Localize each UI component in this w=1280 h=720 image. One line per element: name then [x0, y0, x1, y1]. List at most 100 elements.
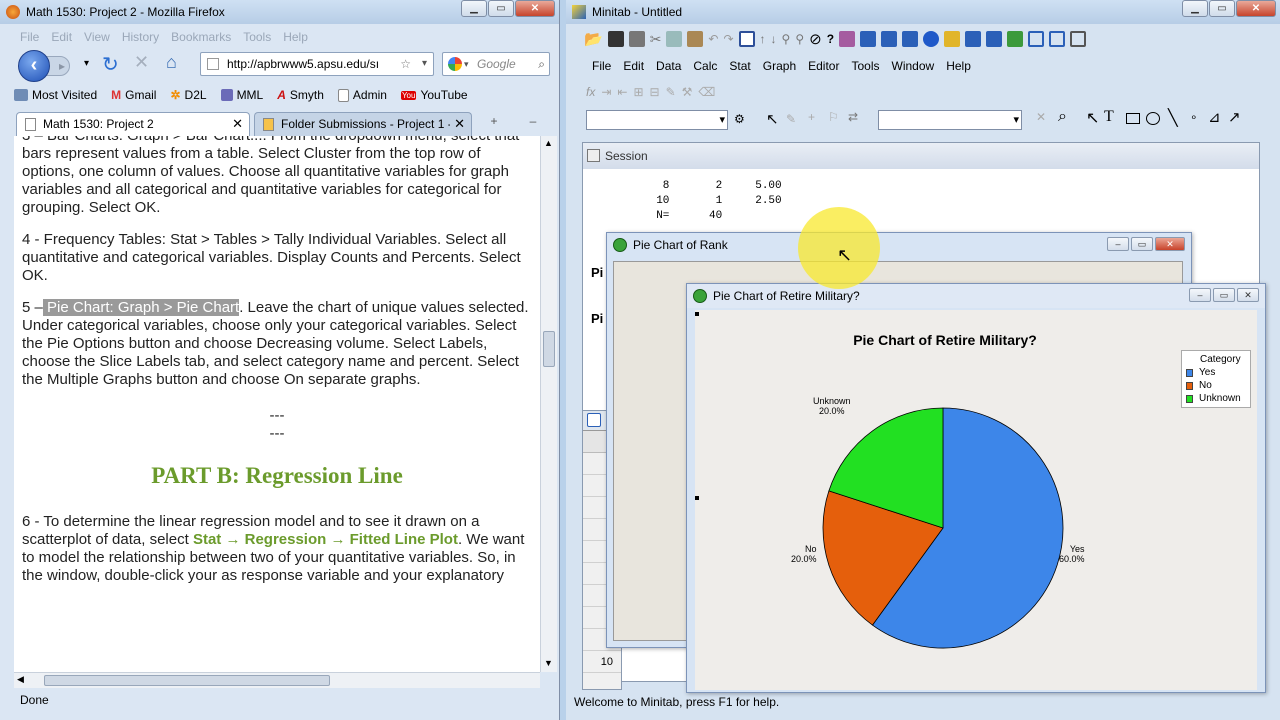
row-number[interactable]: 10	[583, 651, 621, 673]
reload-icon[interactable]: ↻	[102, 52, 119, 77]
scroll-down-arrow[interactable]: ▼	[544, 658, 553, 668]
stop-icon[interactable]: ✕	[134, 52, 149, 73]
bookmark-gmail[interactable]: M Gmail	[111, 86, 156, 104]
close-button[interactable]: ✕	[1237, 288, 1259, 302]
worksheet-icon[interactable]	[881, 31, 898, 47]
print-icon[interactable]	[628, 31, 645, 47]
find-next-icon[interactable]: ⚲	[795, 32, 804, 46]
menu-graph[interactable]: Graph	[757, 59, 802, 73]
up-arrow-icon[interactable]: ↑	[760, 32, 766, 46]
menu-stat[interactable]: Stat	[723, 59, 756, 73]
menu-history[interactable]: History	[116, 30, 165, 44]
open-icon[interactable]: 📂	[584, 30, 603, 48]
selection-handle[interactable]	[695, 312, 699, 316]
maximize-button[interactable]: ▭	[1213, 288, 1235, 302]
tab-folder-submissions[interactable]: Folder Submissions - Project 1 - ... ✕	[254, 112, 472, 136]
url-dropdown-icon[interactable]: ▾	[422, 53, 427, 75]
function-icon[interactable]: fx	[586, 85, 595, 99]
down-arrow-icon[interactable]: ↓	[771, 32, 777, 46]
menu-file[interactable]: File	[586, 59, 617, 73]
chart-legend[interactable]: Category Yes No Unknown	[1181, 350, 1251, 408]
minimize-button[interactable]: –	[1189, 288, 1211, 302]
find-icon[interactable]: ⚲	[782, 32, 791, 46]
insert-cells-icon[interactable]: ⇥	[601, 85, 611, 99]
data-window-icon[interactable]	[1049, 31, 1066, 47]
columns-icon[interactable]	[1070, 31, 1087, 47]
polygon-tool-icon[interactable]: ↗	[1228, 108, 1241, 126]
menu-tools[interactable]: Tools	[237, 30, 277, 44]
search-box[interactable]: ▾ Google ⌕	[442, 52, 550, 76]
graph-item-dropdown[interactable]	[586, 110, 728, 130]
crosshair-icon[interactable]: +	[808, 110, 815, 124]
maximize-button[interactable]: ▭	[1209, 0, 1235, 17]
bookmark-d2l[interactable]: ✲ D2L	[170, 86, 206, 104]
selected-text[interactable]: Pie Chart: Graph > Pie Chart	[42, 299, 240, 316]
edit-item-icon[interactable]: ⚙	[734, 112, 745, 126]
tab-list-icon[interactable]: –	[518, 114, 548, 134]
scroll-left-arrow[interactable]: ◀	[17, 674, 24, 685]
menu-window[interactable]: Window	[886, 59, 941, 73]
close-button[interactable]: ✕	[1155, 237, 1185, 251]
menu-help[interactable]: Help	[940, 59, 977, 73]
insert-rows-icon[interactable]: ⇤	[617, 85, 627, 99]
copy-icon[interactable]	[666, 31, 683, 47]
scroll-thumb[interactable]	[44, 675, 330, 686]
undo-icon[interactable]: ↶	[708, 32, 718, 46]
back-button[interactable]: ‹	[18, 50, 50, 82]
paste-icon[interactable]	[687, 31, 704, 47]
minimize-button[interactable]: –	[1107, 237, 1129, 251]
ellipse-tool-icon[interactable]	[1146, 112, 1160, 125]
eraser-icon[interactable]: ⌫	[698, 85, 715, 99]
annotation-dropdown[interactable]	[878, 110, 1022, 130]
home-icon[interactable]: ⌂	[166, 52, 177, 73]
graph-window-retire-military[interactable]: Pie Chart of Retire Military? – ▭ ✕ Pie …	[686, 283, 1266, 693]
menu-view[interactable]: View	[78, 30, 116, 44]
menu-help[interactable]: Help	[277, 30, 314, 44]
session-window-icon[interactable]	[1028, 31, 1045, 47]
bookmark-smyth[interactable]: A Smyth	[277, 86, 324, 104]
bookmark-youtube[interactable]: You YouTube	[400, 86, 468, 104]
assistant-icon[interactable]	[839, 31, 856, 47]
marker-tool-icon[interactable]: ∘	[1190, 110, 1198, 124]
close-button[interactable]: ✕	[515, 0, 555, 17]
select-pointer-icon[interactable]: ↖	[766, 110, 779, 128]
save-icon[interactable]	[607, 31, 624, 47]
search-engine-dropdown-icon[interactable]: ▾	[464, 53, 469, 75]
close-button[interactable]: ✕	[1236, 0, 1276, 17]
menu-edit[interactable]: Edit	[617, 59, 650, 73]
text-tool-icon[interactable]: T	[1104, 108, 1114, 126]
menu-edit[interactable]: Edit	[45, 30, 78, 44]
cancel-icon[interactable]: ⊘	[809, 30, 822, 48]
bookmark-admin[interactable]: Admin	[337, 86, 387, 104]
maximize-button[interactable]: ▭	[1131, 237, 1153, 251]
menu-editor[interactable]: Editor	[802, 59, 845, 73]
menu-calc[interactable]: Calc	[687, 59, 723, 73]
swap-icon[interactable]: ⇄	[848, 110, 858, 124]
session-folder-icon[interactable]	[860, 31, 877, 47]
arrow-tool-icon[interactable]: ↖	[1086, 108, 1099, 128]
tab-close-icon[interactable]: ✕	[450, 113, 465, 135]
horizontal-scrollbar[interactable]: ◀	[14, 672, 540, 688]
info-icon[interactable]	[923, 31, 940, 47]
menu-file[interactable]: File	[14, 30, 45, 44]
menu-bookmarks[interactable]: Bookmarks	[165, 30, 237, 44]
project-manager-icon[interactable]	[1007, 31, 1024, 47]
new-tab-button[interactable]: +	[476, 114, 512, 134]
insert-columns-icon[interactable]: ⊞	[633, 85, 643, 99]
cut-icon[interactable]: ✂	[650, 31, 662, 48]
maximize-button[interactable]: ▭	[488, 0, 514, 17]
rectangle-tool-icon[interactable]	[1126, 113, 1140, 124]
history-dropdown-icon[interactable]: ▾	[84, 58, 89, 69]
brush-icon[interactable]: ✎	[666, 85, 676, 99]
line-tool-icon[interactable]: ╲	[1168, 108, 1178, 128]
vertical-scrollbar[interactable]: ▲ ▼	[540, 136, 557, 672]
tab-close-icon[interactable]: ✕	[232, 113, 243, 135]
minimize-button[interactable]: ▁	[1182, 0, 1208, 17]
scroll-thumb[interactable]	[543, 331, 555, 367]
flag-icon[interactable]: ⚐	[828, 110, 839, 124]
related-docs-icon[interactable]	[986, 31, 1003, 47]
report-pad-icon[interactable]	[965, 31, 982, 47]
zoom-icon[interactable]: ⌕	[1058, 108, 1067, 126]
minimize-button[interactable]: ▁	[461, 0, 487, 17]
selection-handle[interactable]	[695, 496, 699, 500]
